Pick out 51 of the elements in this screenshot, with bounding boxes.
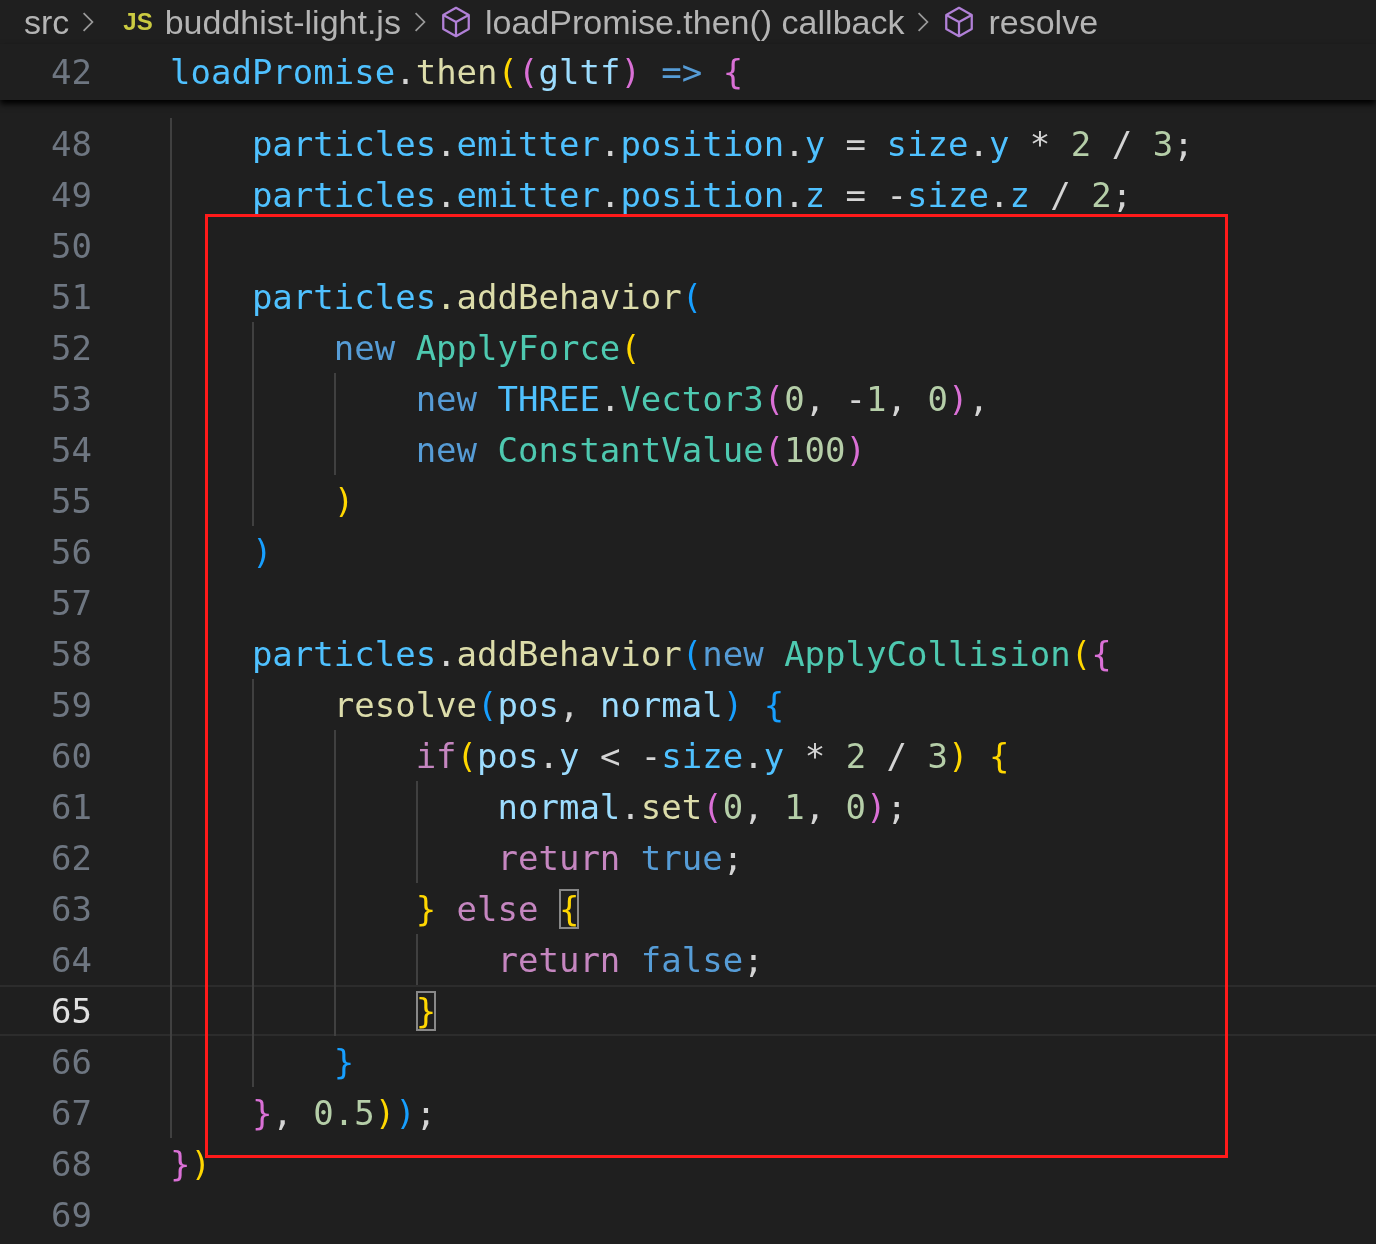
- line-number: 69: [50, 1194, 92, 1235]
- line-number: 56: [50, 531, 92, 572]
- file-type-icon: JS: [123, 8, 153, 36]
- code-line: particles.addBehavior(new ApplyCollision({: [251, 633, 1112, 674]
- code-line: particles.addBehavior(: [251, 276, 703, 317]
- code-line: if(pos.y < -size.y * 2 / 3) {: [415, 735, 1010, 776]
- code-line: return false;: [497, 939, 764, 980]
- line-number: 63: [50, 888, 92, 929]
- code-line: } else {: [415, 888, 580, 929]
- code-line: loadPromise.then((gltf) => {: [170, 52, 745, 92]
- line-number: 60: [50, 735, 92, 776]
- line-number: 42: [50, 52, 92, 92]
- line-number: 55: [50, 480, 92, 521]
- line-number: 51: [50, 276, 92, 317]
- line-number: 57: [50, 582, 92, 623]
- code-line: normal.set(0, 1, 0);: [497, 786, 908, 827]
- line-number: 62: [50, 837, 92, 878]
- chevron-icon: [916, 11, 931, 33]
- chevron-icon: [81, 11, 96, 33]
- line-number: 49: [50, 174, 92, 215]
- code-line: particles.emitter.position.z = -size.z / 2;: [251, 174, 1133, 215]
- code-line: }): [170, 1143, 211, 1184]
- chevron-icon: [412, 11, 427, 33]
- line-number: 61: [50, 786, 92, 827]
- breadcrumb-item[interactable]: loadPromise.then() callback: [484, 5, 905, 39]
- line-number: 65: [50, 990, 92, 1031]
- breadcrumb-item[interactable]: resolve: [988, 5, 1099, 39]
- code-line: new THREE.Vector3(0, -1, 0),: [415, 378, 989, 419]
- code-line: }, 0.5));: [251, 1092, 437, 1133]
- code-line: ): [251, 531, 273, 572]
- code-line: resolve(pos, normal) {: [333, 684, 785, 725]
- line-number: 66: [50, 1041, 92, 1082]
- breadcrumb-item[interactable]: src: [24, 5, 70, 39]
- line-number: 58: [50, 633, 92, 674]
- line-number: 53: [50, 378, 92, 419]
- line-number: 52: [50, 327, 92, 368]
- line-number: 64: [50, 939, 92, 980]
- code-line: particles.emitter.position.y = size.y * 2 / 3;: [251, 123, 1194, 164]
- code-line: return true;: [497, 837, 744, 878]
- code-line: new ConstantValue(100): [415, 429, 866, 470]
- line-number: 68: [50, 1143, 92, 1184]
- line-number: 50: [50, 225, 92, 266]
- line-number: 59: [50, 684, 92, 725]
- code-line: new ApplyForce(: [333, 327, 641, 368]
- line-number: 48: [50, 123, 92, 164]
- code-line: }: [415, 990, 437, 1031]
- code-line: ): [333, 480, 355, 521]
- code-line: }: [333, 1041, 355, 1082]
- breadcrumb-item[interactable]: buddhist-light.js: [164, 5, 401, 39]
- line-number: 67: [50, 1092, 92, 1133]
- line-number: 54: [50, 429, 92, 470]
